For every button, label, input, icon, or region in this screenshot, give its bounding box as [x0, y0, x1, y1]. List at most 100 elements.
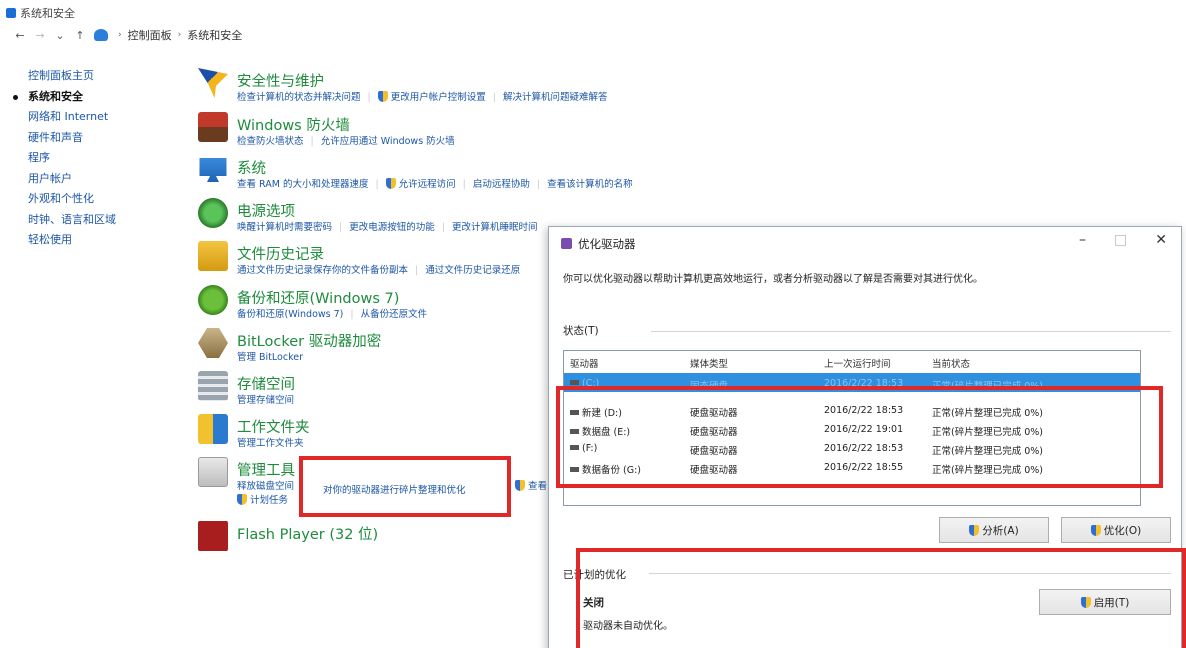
- shield-icon: [385, 178, 396, 189]
- category-title[interactable]: 文件历史记录: [237, 243, 324, 264]
- category-link[interactable]: 检查防火墙状态: [237, 136, 304, 147]
- category-links: 备份和还原(Windows 7) | 从备份还原文件: [237, 306, 427, 320]
- maximize-button[interactable]: □: [1114, 232, 1127, 248]
- category-link[interactable]: 解决计算机问题疑难解答: [503, 92, 608, 103]
- back-arrow-icon[interactable]: ←: [10, 29, 30, 42]
- power-options-icon[interactable]: [198, 198, 228, 228]
- category-link[interactable]: 允许远程访问: [399, 179, 456, 190]
- category-title[interactable]: Flash Player (32 位): [237, 523, 378, 544]
- category-3: 系统 查看 RAM 的大小和处理器速度 | 允许远程访问 | 启动远程协助 | 查看该计算机的…: [198, 155, 633, 199]
- breadcrumb-separator-icon: ›: [177, 30, 182, 40]
- sidebar-item[interactable]: 程序: [28, 148, 188, 169]
- backup-restore-icon[interactable]: [198, 285, 228, 315]
- up-arrow-icon[interactable]: ↑: [70, 29, 90, 42]
- group-divider: [651, 331, 1171, 332]
- shield-icon: [515, 480, 525, 491]
- defrag-icon: [561, 238, 572, 249]
- category-link[interactable]: 允许应用通过 Windows 防火墙: [321, 136, 455, 147]
- defrag-link[interactable]: 对你的驱动器进行碎片整理和优化: [323, 482, 466, 496]
- category-link[interactable]: 检查计算机的状态并解决问题: [237, 92, 361, 103]
- sidebar-item[interactable]: 用户帐户: [28, 169, 188, 190]
- storage-spaces-icon[interactable]: [198, 371, 228, 401]
- view-link-partial[interactable]: 查看: [515, 478, 547, 492]
- status-group-label: 状态(T): [563, 325, 599, 337]
- category-link[interactable]: 通过文件历史记录保存你的文件备份副本: [237, 265, 408, 276]
- category-link[interactable]: 唤醒计算机时需要密码: [237, 222, 332, 233]
- category-title[interactable]: 安全性与维护: [237, 70, 324, 91]
- category-title[interactable]: 工作文件夹: [237, 416, 310, 437]
- highlight-box: [556, 386, 1163, 488]
- bitlocker-icon[interactable]: [198, 328, 228, 358]
- category-link[interactable]: 更改电源按钮的功能: [349, 222, 435, 233]
- link-separator: |: [462, 179, 466, 190]
- app-icon: [6, 8, 16, 18]
- sidebar-item[interactable]: 时钟、语言和区域: [28, 210, 188, 231]
- column-header-media[interactable]: 媒体类型: [690, 356, 728, 370]
- address-bar: ← → ⌄ ↑ › 控制面板 › 系统和安全: [0, 24, 1186, 46]
- category-links: 通过文件历史记录保存你的文件备份副本 | 通过文件历史记录还原: [237, 262, 520, 276]
- window-titlebar: 系统和安全: [0, 0, 1186, 22]
- column-header-drive[interactable]: 驱动器: [570, 356, 599, 370]
- category-title[interactable]: 电源选项: [237, 200, 295, 221]
- category-title[interactable]: BitLocker 驱动器加密: [237, 330, 381, 351]
- category-title[interactable]: 备份和还原(Windows 7): [237, 287, 399, 308]
- link-separator: |: [415, 265, 419, 276]
- forward-arrow-icon[interactable]: →: [30, 29, 50, 42]
- breadcrumb-control-panel[interactable]: 控制面板: [128, 27, 172, 43]
- file-history-icon[interactable]: [198, 241, 228, 271]
- link-separator: |: [339, 222, 343, 233]
- link-separator: |: [310, 136, 314, 147]
- category-2: Windows 防火墙 检查防火墙状态 | 允许应用通过 Windows 防火墙: [198, 112, 618, 156]
- system-icon[interactable]: [199, 158, 227, 182]
- category-title[interactable]: 管理工具: [237, 459, 295, 480]
- category-link[interactable]: 释放磁盘空间: [237, 481, 294, 492]
- category-links: 管理存储空间: [237, 392, 294, 406]
- category-title[interactable]: 系统: [237, 157, 266, 178]
- sidebar-item[interactable]: 网络和 Internet: [28, 107, 188, 128]
- category-link[interactable]: 通过文件历史记录还原: [425, 265, 520, 276]
- column-header-last-run[interactable]: 上一次运行时间: [824, 356, 891, 370]
- sidebar: 控制面板主页 系统和安全 网络和 Internet 硬件和声音 程序 用户帐户 外观和个性化…: [13, 66, 188, 251]
- flash-player-icon[interactable]: [198, 521, 228, 551]
- category-link[interactable]: 更改计算机睡眠时间: [452, 222, 538, 233]
- category-link[interactable]: 查看 RAM 的大小和处理器速度: [237, 179, 368, 190]
- sidebar-item: 系统和安全: [13, 87, 188, 108]
- breadcrumb-separator-icon: ›: [118, 30, 122, 40]
- sidebar-item[interactable]: 外观和个性化: [28, 189, 188, 210]
- shield-icon: [1090, 524, 1101, 536]
- link-separator: |: [367, 92, 371, 103]
- admin-tools-icon[interactable]: [198, 457, 228, 487]
- category-links: 管理工作文件夹: [237, 435, 304, 449]
- category-link[interactable]: 管理存储空间: [237, 395, 294, 406]
- category-1: 安全性与维护 检查计算机的状态并解决问题 | 更改用户帐户控制设置 | 解决计算机问题疑难…: [198, 68, 618, 112]
- work-folders-icon[interactable]: [198, 414, 228, 444]
- optimize-button[interactable]: 优化(O): [1061, 517, 1171, 543]
- category-link[interactable]: 管理工作文件夹: [237, 438, 304, 449]
- category-link[interactable]: 更改用户帐户控制设置: [391, 92, 486, 103]
- highlight-box: 对你的驱动器进行碎片整理和优化: [299, 456, 511, 517]
- category-link[interactable]: 计划任务: [250, 495, 288, 506]
- category-link[interactable]: 启动远程协助: [473, 179, 530, 190]
- category-link[interactable]: 备份和还原(Windows 7): [237, 309, 343, 320]
- control-panel-icon: [94, 29, 108, 41]
- sidebar-item[interactable]: 硬件和声音: [28, 128, 188, 149]
- firewall-icon[interactable]: [198, 112, 228, 142]
- sidebar-item[interactable]: 控制面板主页: [28, 66, 188, 87]
- category-link[interactable]: 管理 BitLocker: [237, 352, 303, 363]
- breadcrumb-system-security[interactable]: 系统和安全: [187, 27, 242, 43]
- shield-icon: [969, 524, 980, 536]
- link-separator: |: [441, 222, 445, 233]
- close-button[interactable]: ✕: [1155, 232, 1167, 248]
- category-link[interactable]: 查看该计算机的名称: [547, 179, 633, 190]
- history-dropdown-icon[interactable]: ⌄: [50, 29, 70, 42]
- analyze-button[interactable]: 分析(A): [939, 517, 1049, 543]
- column-header-status[interactable]: 当前状态: [932, 356, 970, 370]
- drive-icon: [570, 380, 579, 385]
- sidebar-item[interactable]: 轻松使用: [28, 230, 188, 251]
- link-separator: |: [375, 179, 379, 190]
- category-link[interactable]: 从备份还原文件: [361, 309, 428, 320]
- category-title[interactable]: Windows 防火墙: [237, 114, 350, 135]
- security-maintenance-icon[interactable]: [198, 68, 228, 98]
- minimize-button[interactable]: –: [1079, 232, 1086, 248]
- category-title[interactable]: 存储空间: [237, 373, 295, 394]
